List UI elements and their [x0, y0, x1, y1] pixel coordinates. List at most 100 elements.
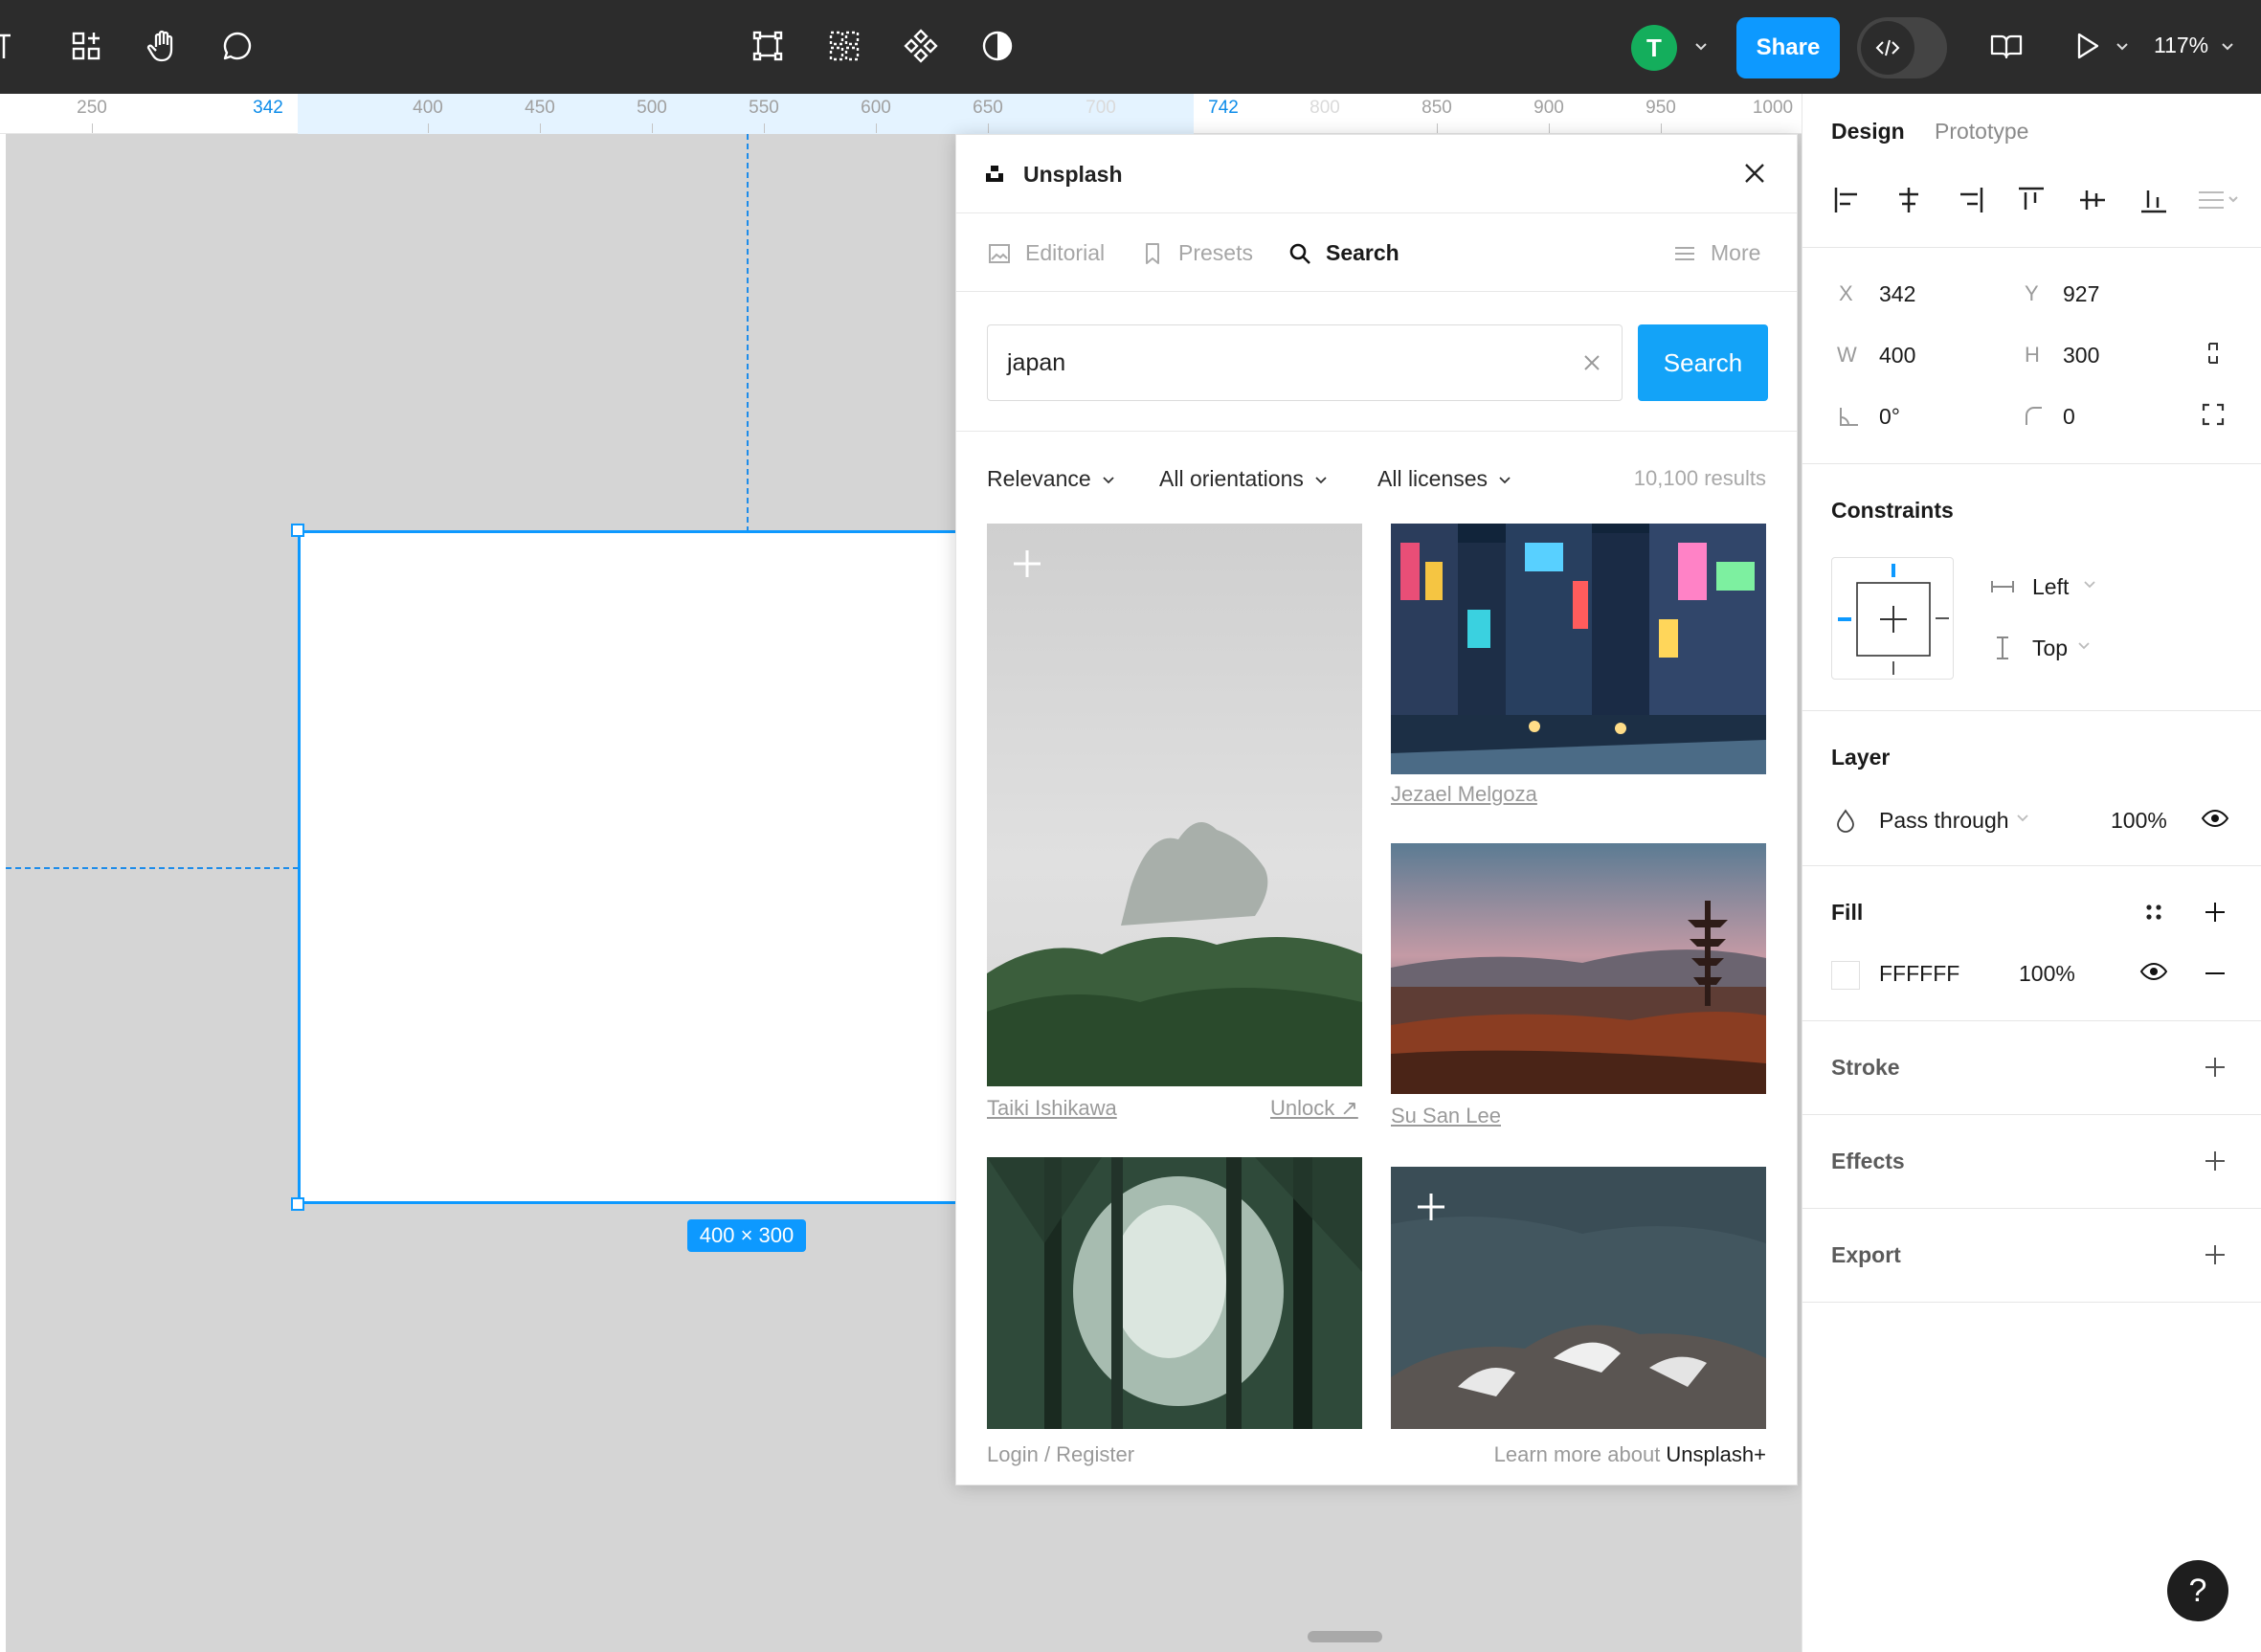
styles-grid-icon[interactable]	[2139, 898, 2168, 926]
frame-selection-icon[interactable]	[747, 25, 789, 67]
distribute-menu-icon[interactable]	[2195, 184, 2243, 216]
chevron-down-icon[interactable]	[2080, 574, 2099, 593]
ruler-tick: 900	[1533, 98, 1564, 118]
unsplash-plus-icon	[1418, 1194, 1444, 1220]
blend-mode-select[interactable]: Pass through	[1879, 808, 2009, 834]
add-stroke-icon[interactable]	[2201, 1053, 2229, 1082]
chevron-down-icon	[1315, 476, 1327, 483]
align-top-icon[interactable]	[2015, 184, 2048, 216]
selected-frame[interactable]	[298, 530, 968, 1204]
zoom-level[interactable]: 117%	[2154, 33, 2208, 58]
photo-credit-link[interactable]: Jezael Melgoza	[1391, 782, 1537, 807]
unlock-link[interactable]: Unlock ↗	[1270, 1096, 1358, 1121]
eye-icon[interactable]	[2139, 957, 2168, 986]
align-right-icon[interactable]	[1954, 184, 1986, 216]
photo-credit-link[interactable]: Taiki Ishikawa	[987, 1096, 1117, 1121]
code-icon	[1861, 21, 1914, 75]
remove-fill-icon[interactable]	[2201, 959, 2229, 988]
help-button[interactable]: ?	[2167, 1560, 2228, 1621]
close-icon[interactable]	[1737, 156, 1772, 190]
fill-hex-input[interactable]: FFFFFF	[1879, 961, 1959, 987]
chevron-down-icon[interactable]	[1690, 36, 1712, 57]
add-fill-icon[interactable]	[2201, 898, 2229, 926]
width-input[interactable]: 400	[1879, 343, 1915, 368]
vertical-constraint-select[interactable]: Top	[2032, 636, 2068, 661]
share-button[interactable]: Share	[1736, 17, 1840, 78]
photo-misty-mountain-forest[interactable]	[987, 524, 1362, 1086]
align-vertical-center-icon[interactable]	[2076, 184, 2109, 216]
resize-handle-top-left[interactable]	[291, 524, 304, 537]
tab-design[interactable]: Design	[1831, 119, 1905, 145]
text-tool-icon[interactable]	[0, 25, 33, 67]
corner-radius-input[interactable]: 0	[2063, 404, 2075, 430]
ruler-tick: 450	[525, 98, 555, 118]
tab-presets[interactable]: Presets	[1140, 240, 1253, 266]
chevron-down-icon[interactable]	[2217, 36, 2238, 57]
fill-color-swatch[interactable]	[1831, 961, 1860, 990]
align-left-icon[interactable]	[1831, 184, 1864, 216]
component-icon[interactable]	[900, 25, 942, 67]
constraints-title: Constraints	[1831, 498, 1954, 523]
x-input[interactable]: 342	[1879, 281, 1915, 307]
height-input[interactable]: 300	[2063, 343, 2099, 368]
add-export-icon[interactable]	[2201, 1240, 2229, 1269]
search-input[interactable]: japan	[987, 324, 1623, 401]
photo-image	[1391, 524, 1766, 774]
constraint-widget[interactable]	[1831, 557, 1954, 680]
license-dropdown[interactable]: All licenses	[1377, 466, 1512, 492]
horizontal-constraint-select[interactable]: Left	[2032, 574, 2069, 600]
photo-neon-city-street[interactable]	[1391, 524, 1766, 774]
plugin-title: Unsplash	[1023, 162, 1123, 187]
unsplash-plus-icon	[1014, 550, 1041, 577]
tab-more[interactable]: More	[1672, 240, 1760, 266]
tick-mark	[540, 123, 541, 133]
chevron-down-icon[interactable]	[2112, 36, 2133, 57]
search-row: japan Search	[956, 292, 1797, 432]
canvas-scrollbar[interactable]	[1308, 1631, 1382, 1642]
plugin-header: Unsplash	[956, 135, 1797, 213]
learn-more-link[interactable]: Learn more about Unsplash+	[1494, 1442, 1766, 1467]
eye-icon[interactable]	[2201, 804, 2229, 833]
sort-relevance-dropdown[interactable]: Relevance	[987, 466, 1116, 492]
library-book-icon[interactable]	[1985, 25, 2027, 67]
constrain-proportions-icon[interactable]	[2199, 339, 2227, 368]
hand-tool-icon[interactable]	[142, 25, 184, 67]
tab-search[interactable]: Search	[1287, 240, 1399, 266]
tab-label: Search	[1326, 240, 1399, 265]
fill-opacity-input[interactable]: 100%	[2019, 961, 2075, 987]
orientation-dropdown[interactable]: All orientations	[1159, 466, 1329, 492]
tick-mark	[652, 123, 653, 133]
photo-snowy-mountain[interactable]	[1391, 1167, 1766, 1429]
theme-contrast-icon[interactable]	[976, 25, 1019, 67]
auto-layout-icon[interactable]	[823, 25, 865, 67]
resources-icon[interactable]	[65, 25, 107, 67]
clear-search-icon[interactable]	[1578, 348, 1606, 377]
comment-icon[interactable]	[216, 25, 258, 67]
chevron-down-icon[interactable]	[2013, 808, 2032, 827]
y-input[interactable]: 927	[2063, 281, 2099, 307]
layer-opacity-input[interactable]: 100%	[2111, 808, 2167, 834]
rotation-input[interactable]: 0°	[1879, 404, 1900, 430]
align-bottom-icon[interactable]	[2138, 184, 2170, 216]
independent-corners-icon[interactable]	[2199, 400, 2227, 429]
results-count: 10,100 results	[1633, 466, 1766, 490]
chevron-down-icon[interactable]	[2074, 636, 2093, 655]
tab-prototype[interactable]: Prototype	[1935, 119, 2028, 145]
plugin-footer: Login / Register Learn more about Unspla…	[956, 1433, 1797, 1485]
add-effect-icon[interactable]	[2201, 1147, 2229, 1175]
photo-credit-link[interactable]: Su San Lee	[1391, 1104, 1501, 1128]
photo-pagoda-sunset[interactable]	[1391, 843, 1766, 1094]
dev-mode-toggle[interactable]	[1857, 17, 1947, 78]
user-avatar[interactable]: T	[1631, 25, 1677, 71]
align-horizontal-center-icon[interactable]	[1892, 184, 1925, 216]
tab-label: More	[1711, 240, 1761, 265]
tick-mark	[764, 123, 765, 133]
tab-editorial[interactable]: Editorial	[987, 240, 1105, 266]
login-register-link[interactable]: Login / Register	[987, 1442, 1134, 1467]
divider	[1802, 1114, 2261, 1115]
photo-tall-forest[interactable]	[987, 1157, 1362, 1429]
present-play-icon[interactable]	[2066, 25, 2108, 67]
resize-handle-bottom-left[interactable]	[291, 1197, 304, 1211]
tick-mark	[428, 123, 429, 133]
search-button[interactable]: Search	[1638, 324, 1768, 401]
